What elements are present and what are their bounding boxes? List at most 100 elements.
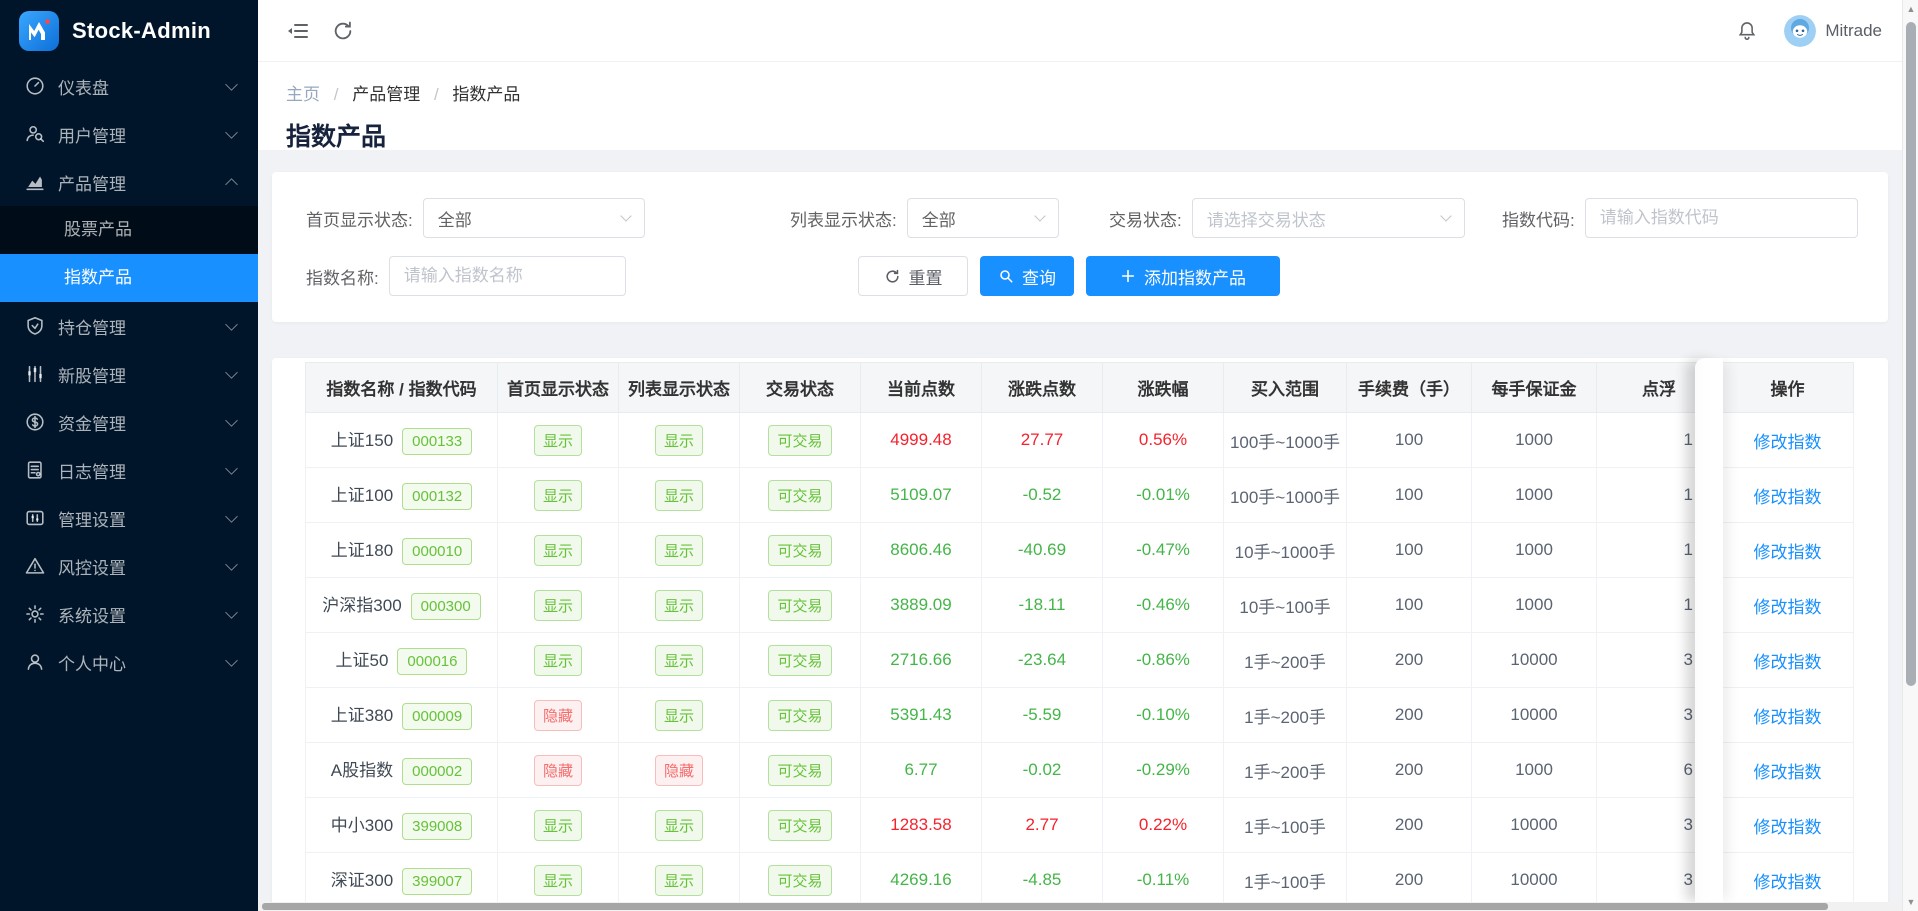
- content-area: 首页显示状态: 全部 列表显示状态: 全部 交易状态: 请选择交易状态 指数代码…: [258, 150, 1918, 911]
- margin-per-lot: 10000: [1471, 632, 1597, 688]
- change-points: 2.77: [1025, 815, 1059, 834]
- buy-range: 1手~100手: [1223, 852, 1347, 908]
- change-percent: 0.56%: [1138, 430, 1188, 449]
- edit-index-link[interactable]: 修改指数: [1754, 873, 1822, 892]
- search-button-label: 查询: [1022, 268, 1056, 288]
- fee-per-lot: 200: [1346, 687, 1472, 743]
- fee-per-lot: 100: [1346, 522, 1472, 578]
- edit-index-link[interactable]: 修改指数: [1754, 543, 1822, 562]
- change-points: -4.85: [1022, 870, 1062, 889]
- table-row: A股指数 000002 隐藏 隐藏 可交易 6.77 -0.02 -0.29% 1手~200手 2…: [305, 742, 1854, 798]
- edit-index-link[interactable]: 修改指数: [1754, 598, 1822, 617]
- status-badge: 显示: [533, 424, 582, 456]
- list-status-select[interactable]: 全部: [906, 198, 1059, 238]
- change-percent: 0.22%: [1138, 815, 1188, 834]
- home-status-select[interactable]: 全部: [422, 198, 645, 238]
- change-percent: -0.01%: [1136, 485, 1190, 504]
- column-header: 操作: [1721, 362, 1854, 413]
- sidebar-item-label: 持仓管理: [58, 318, 126, 338]
- change-points: -23.64: [1017, 650, 1067, 669]
- breadcrumb-home[interactable]: 主页: [286, 85, 320, 104]
- status-badge: 显示: [533, 589, 582, 621]
- scroll-up-arrow-icon[interactable]: ▲: [1903, 4, 1918, 14]
- notification-bell-icon[interactable]: [1736, 20, 1758, 42]
- chevron-down-icon: [225, 413, 238, 427]
- status-badge: 显示: [654, 479, 703, 511]
- sidebar-item-funds[interactable]: 资金管理: [0, 398, 258, 446]
- status-badge: 显示: [533, 864, 582, 896]
- add-index-product-button[interactable]: 添加指数产品: [1086, 256, 1280, 296]
- horizontal-scrollbar[interactable]: [258, 902, 1902, 911]
- trade-status-select[interactable]: 请选择交易状态: [1191, 198, 1465, 238]
- sidebar-item-logs[interactable]: 日志管理: [0, 446, 258, 494]
- edit-index-link[interactable]: 修改指数: [1754, 653, 1822, 672]
- current-points: 6.77: [904, 760, 938, 779]
- sidebar-item-risk[interactable]: 风控设置: [0, 542, 258, 590]
- sidebar-item-admin-settings[interactable]: 管理设置: [0, 494, 258, 542]
- sidebar-item-dashboard[interactable]: 仪表盘: [0, 62, 258, 110]
- index-name: 上证50: [335, 650, 389, 670]
- filter-index-name: 指数名称:: [306, 256, 626, 296]
- index-code-badge: 399007: [402, 867, 473, 895]
- search-button[interactable]: 查询: [980, 256, 1074, 296]
- sidebar-item-label: 新股管理: [58, 366, 126, 386]
- status-badge: 显示: [654, 809, 703, 841]
- breadcrumb-product-management[interactable]: 产品管理: [352, 85, 420, 104]
- table-row: 上证180 000010 显示 显示 可交易 8606.46 -40.69 -0.47% 10手…: [305, 522, 1854, 578]
- breadcrumb-separator: /: [333, 85, 339, 104]
- edit-index-link[interactable]: 修改指数: [1754, 818, 1822, 837]
- reset-button[interactable]: 重置: [858, 256, 968, 296]
- current-points: 4999.48: [890, 430, 952, 449]
- fixed-column-shadow: [1695, 358, 1723, 903]
- page-title: 指数产品: [286, 123, 387, 151]
- sidebar-subitem[interactable]: 股票产品: [0, 206, 258, 254]
- home-status-value: 全部: [437, 210, 472, 230]
- sidebar-submenu-products: 股票产品 指数产品: [0, 206, 258, 302]
- refresh-icon[interactable]: [332, 20, 354, 42]
- scroll-down-arrow-icon[interactable]: ▼: [1903, 897, 1918, 907]
- column-header: 首页显示状态: [497, 362, 619, 413]
- index-code-badge: 000010: [402, 537, 473, 565]
- sidebar-item-products[interactable]: 产品管理: [0, 158, 258, 206]
- sidebar-item-label: 日志管理: [58, 462, 126, 482]
- index-name-input[interactable]: [388, 256, 626, 296]
- margin-per-lot: 10000: [1471, 797, 1597, 853]
- funds-icon: [24, 411, 46, 433]
- index-code-label: 指数代码:: [1502, 210, 1575, 230]
- chevron-down-icon: [1440, 210, 1452, 222]
- status-badge: 隐藏: [654, 754, 703, 786]
- sidebar-menu: 仪表盘用户管理产品管理 股票产品 指数产品持仓管理新股管理资金管理日志管理管理设置风…: [0, 62, 258, 686]
- sidebar-item-newstock[interactable]: 新股管理: [0, 350, 258, 398]
- status-badge: 可交易: [768, 809, 832, 841]
- column-header: 买入范围: [1223, 362, 1347, 413]
- vertical-scrollbar[interactable]: ▲ ▼: [1902, 0, 1918, 911]
- sidebar-item-profile[interactable]: 个人中心: [0, 638, 258, 686]
- sidebar-item-users[interactable]: 用户管理: [0, 110, 258, 158]
- username[interactable]: Mitrade: [1825, 21, 1882, 41]
- sidebar-item-system[interactable]: 系统设置: [0, 590, 258, 638]
- chevron-down-icon: [225, 605, 238, 619]
- sidebar-item-label: 用户管理: [58, 126, 126, 146]
- collapse-sidebar-icon[interactable]: [286, 19, 310, 43]
- vertical-scrollbar-thumb[interactable]: [1906, 22, 1916, 686]
- user-avatar[interactable]: [1784, 14, 1817, 47]
- table-row: 上证380 000009 隐藏 显示 可交易 5391.43 -5.59 -0.10% 1手~2…: [305, 687, 1854, 743]
- sidebar-item-positions[interactable]: 持仓管理: [0, 302, 258, 350]
- edit-index-link[interactable]: 修改指数: [1754, 708, 1822, 727]
- edit-index-link[interactable]: 修改指数: [1754, 433, 1822, 452]
- buy-range: 10手~100手: [1223, 577, 1347, 633]
- edit-index-link[interactable]: 修改指数: [1754, 763, 1822, 782]
- horizontal-scrollbar-thumb[interactable]: [262, 903, 1828, 910]
- change-points: -40.69: [1017, 540, 1067, 559]
- column-header: 交易状态: [739, 362, 861, 413]
- edit-index-link[interactable]: 修改指数: [1754, 488, 1822, 507]
- app-logo[interactable]: Stock-Admin: [0, 0, 258, 62]
- margin-per-lot: 1000: [1471, 467, 1597, 523]
- change-percent: -0.47%: [1136, 540, 1190, 559]
- index-code-input[interactable]: [1584, 198, 1858, 238]
- sidebar-subitem-active[interactable]: 指数产品: [0, 254, 258, 302]
- chevron-down-icon: [225, 317, 238, 331]
- status-badge: 显示: [654, 864, 703, 896]
- status-badge: 可交易: [768, 424, 832, 456]
- column-header: 涨跌点数: [981, 362, 1103, 413]
